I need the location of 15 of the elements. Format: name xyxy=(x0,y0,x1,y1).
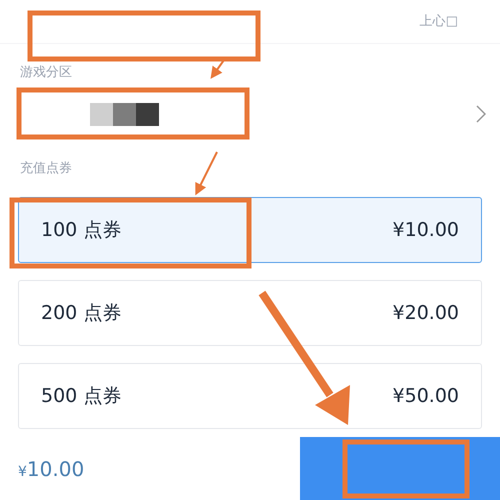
total-price: ¥10.00 xyxy=(17,456,84,482)
amount-option[interactable]: 100 点券 ¥10.00 xyxy=(18,197,482,263)
amount-option[interactable]: 200 点券 ¥20.00 xyxy=(18,280,482,346)
option-label: 100 点券 xyxy=(41,218,122,243)
redacted-name-drawing xyxy=(90,102,159,126)
section-label: 游戏分区 xyxy=(20,65,72,80)
option-label: 200 点券 xyxy=(41,300,122,326)
chevron-right-icon xyxy=(476,105,486,123)
amount-option[interactable]: 500 点券 ¥50.00 xyxy=(18,363,482,429)
option-label: 500 点券 xyxy=(41,384,122,409)
header-text: 上心□ xyxy=(420,12,458,31)
option-price: ¥20.00 xyxy=(392,300,459,326)
section-label: 充值点券 xyxy=(20,161,72,176)
option-price: ¥50.00 xyxy=(392,384,459,409)
option-price: ¥10.00 xyxy=(392,218,459,243)
